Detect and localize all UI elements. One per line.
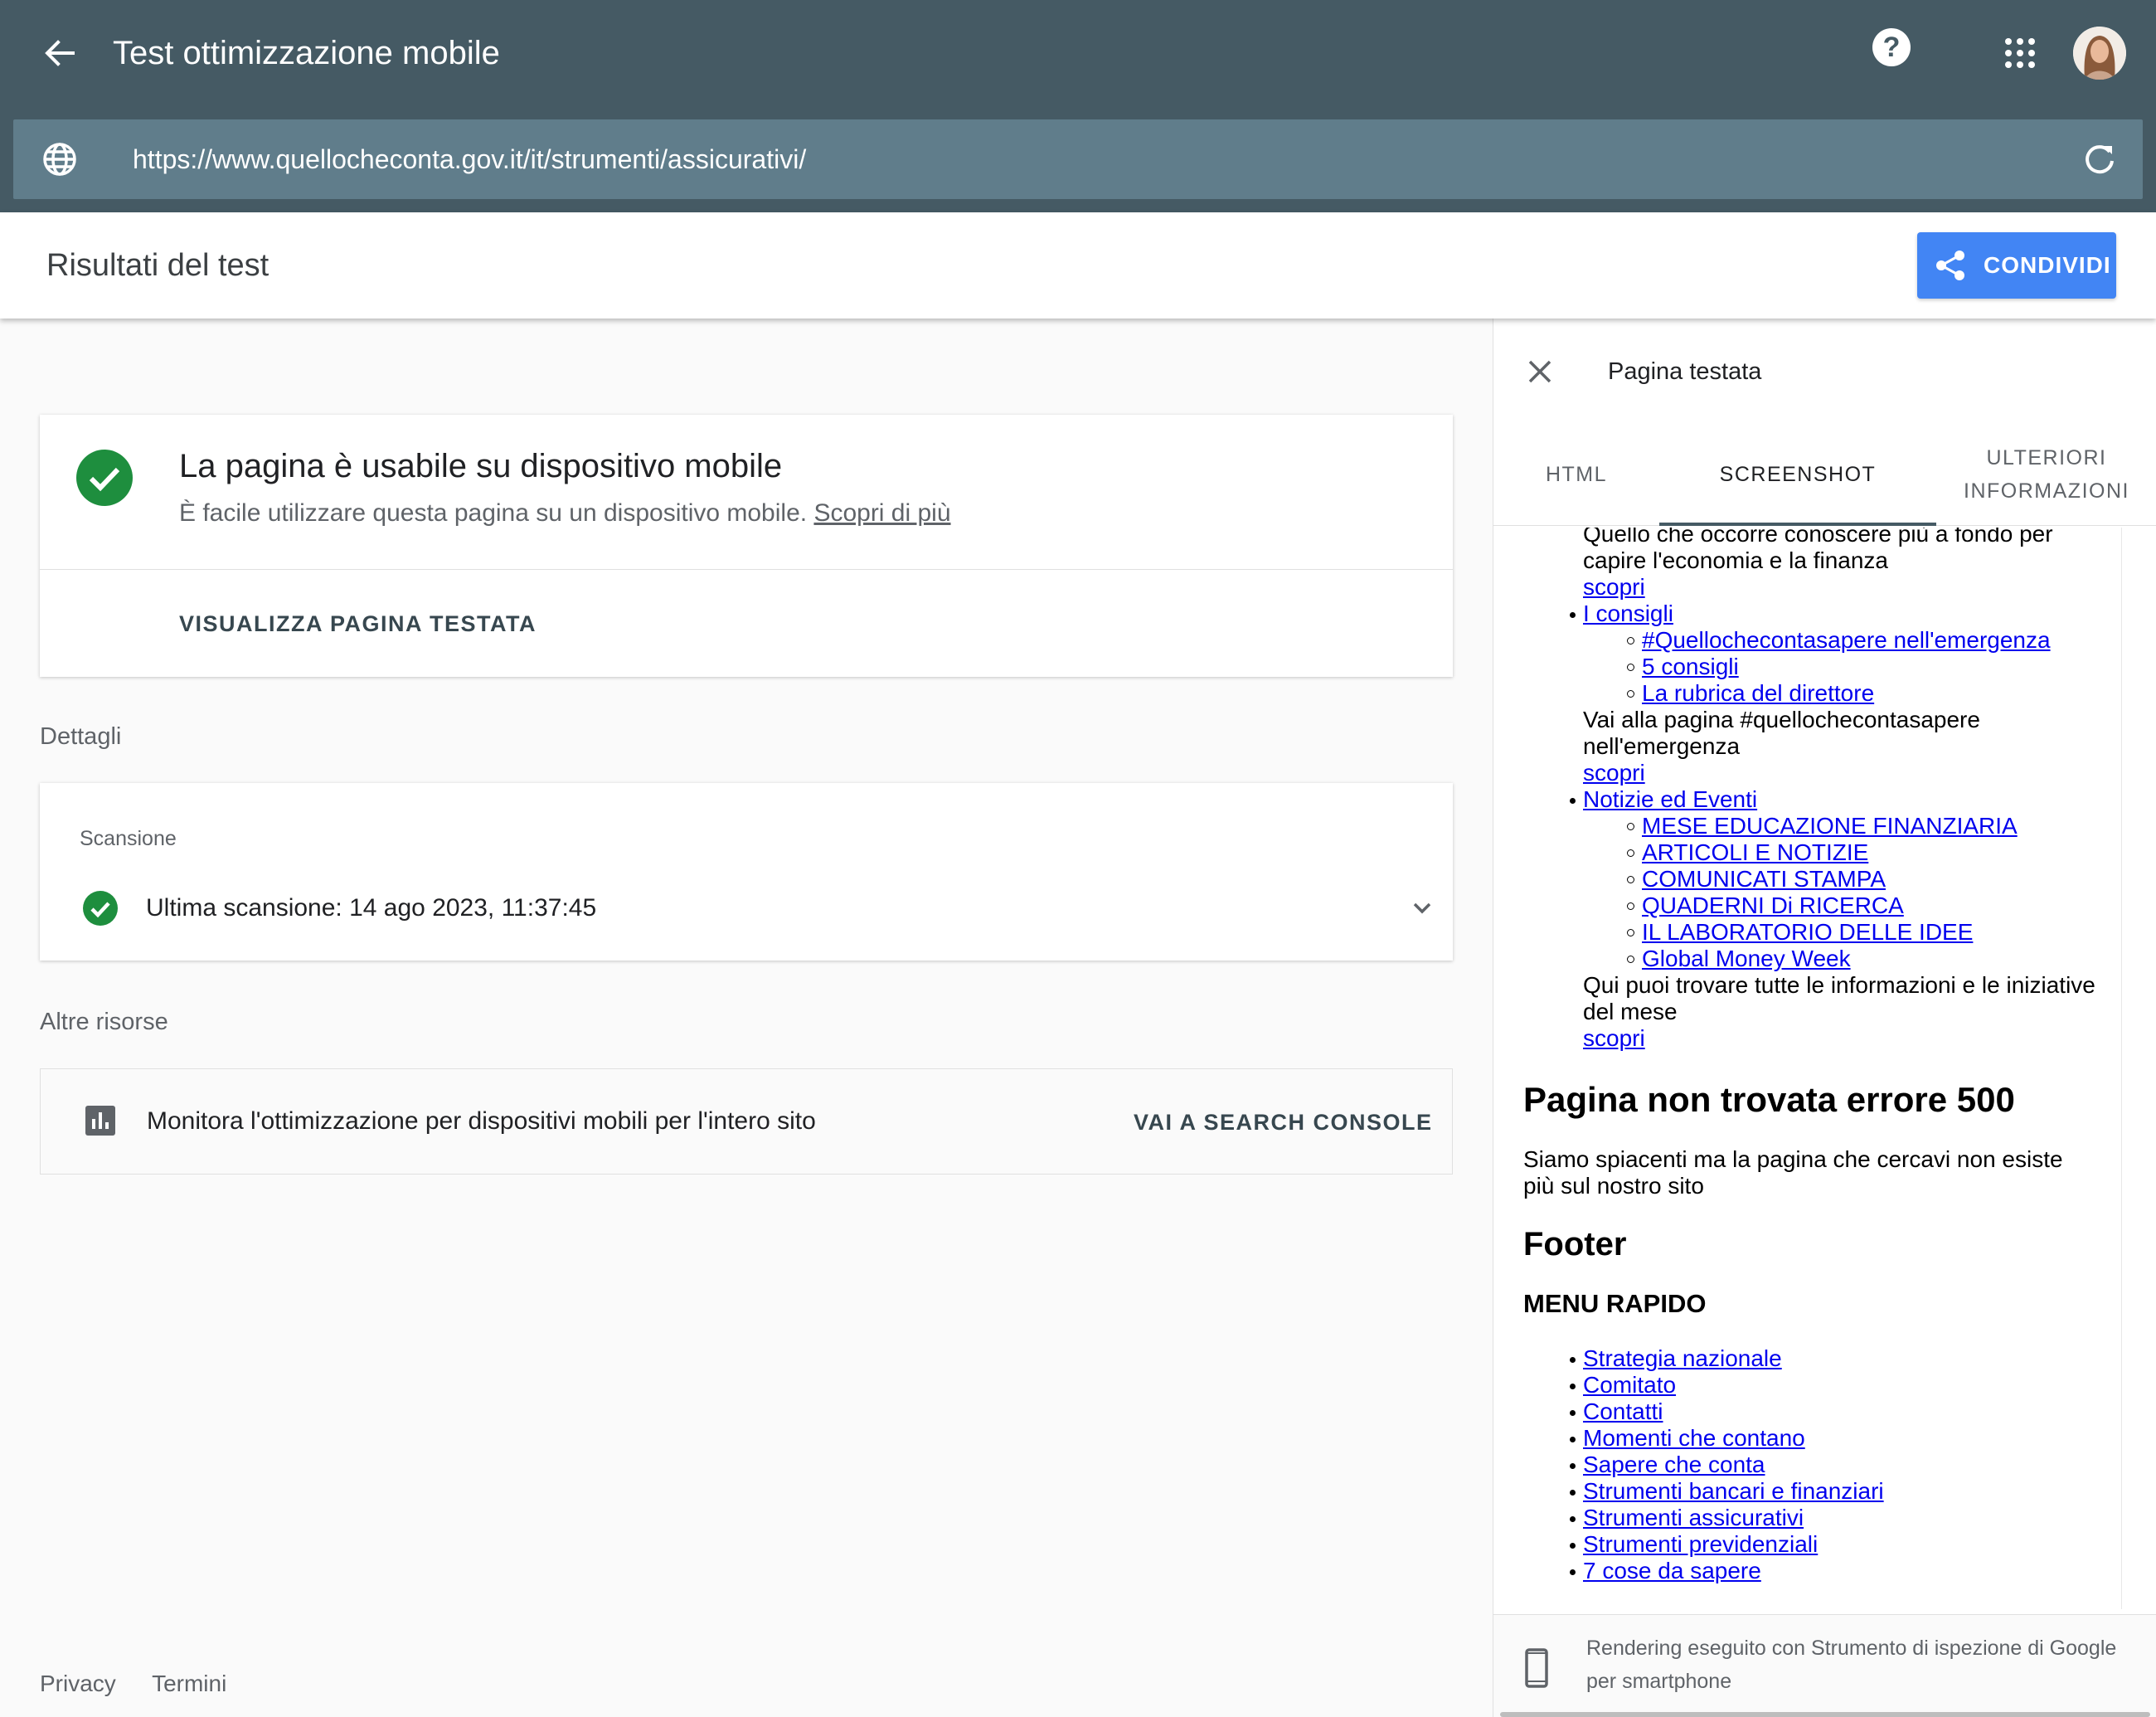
- screenshot-text: Qui puoi trovare tutte le informazioni e…: [1583, 972, 2095, 998]
- notizie-item[interactable]: Global Money Week: [1642, 946, 1851, 971]
- search-console-button[interactable]: VAI A SEARCH CONSOLE: [1134, 1106, 1433, 1139]
- close-icon[interactable]: [1525, 357, 1555, 387]
- app-bar: Test ottimizzazione mobile ? https://www…: [0, 0, 2156, 212]
- app-title: Test ottimizzazione mobile: [113, 35, 500, 71]
- consigli-item[interactable]: 5 consigli: [1642, 654, 1739, 679]
- notizie-item[interactable]: ARTICOLI E NOTIZIE: [1642, 839, 1868, 865]
- tab-screenshot[interactable]: SCREENSHOT: [1659, 423, 1936, 526]
- screenshot-text: più sul nostro sito: [1523, 1173, 1704, 1199]
- render-info: Rendering eseguito con Strumento di ispe…: [1493, 1614, 2156, 1717]
- footer-links: Privacy Termini: [40, 1667, 256, 1700]
- learn-more-link[interactable]: Scopri di più: [813, 499, 950, 527]
- tab-html[interactable]: HTML: [1493, 423, 1659, 526]
- screenshot-text: nell'emergenza: [1583, 733, 1741, 759]
- notizie-item[interactable]: MESE EDUCAZIONE FINANZIARIA: [1642, 813, 2018, 839]
- details-heading: Dettagli: [40, 723, 122, 750]
- apps-icon[interactable]: [2005, 38, 2035, 68]
- active-tab-indicator: [1659, 523, 1936, 526]
- scopri-link[interactable]: scopri: [1583, 760, 1645, 786]
- notizie-link[interactable]: Notizie ed Eventi: [1583, 786, 1757, 812]
- scrollbar[interactable]: [1500, 1712, 2150, 1717]
- check-circle-icon: [83, 891, 118, 926]
- scopri-link[interactable]: scopri: [1583, 1025, 1645, 1051]
- screenshot-text: Quello che occorre conoscere più a fondo…: [1583, 528, 2053, 547]
- notizie-item[interactable]: IL LABORATORIO DELLE IDEE: [1642, 919, 1973, 945]
- result-card: La pagina è usabile su dispositivo mobil…: [40, 415, 1453, 677]
- page-title: Risultati del test: [46, 248, 270, 283]
- menu-item[interactable]: Comitato: [1583, 1372, 1676, 1398]
- tab-more-info[interactable]: ULTERIORI INFORMAZIONI: [1936, 423, 2156, 526]
- url-input[interactable]: https://www.quellocheconta.gov.it/it/str…: [133, 139, 806, 179]
- notizie-item[interactable]: COMUNICATI STAMPA: [1642, 866, 1886, 892]
- last-scan-text: Ultima scansione: 14 ago 2023, 11:37:45: [146, 894, 597, 922]
- screenshot-text: del mese: [1583, 999, 1678, 1024]
- result-subtitle: È facile utilizzare questa pagina su un …: [179, 496, 951, 531]
- screenshot-menu-heading: MENU RAPIDO: [1523, 1289, 1707, 1318]
- menu-item[interactable]: Strumenti bancari e finanziari: [1583, 1478, 1884, 1504]
- share-icon: [1934, 249, 1967, 282]
- avatar[interactable]: [2073, 27, 2126, 80]
- bar-chart-icon: [85, 1106, 115, 1136]
- results-header: Risultati del test CONDIVIDI: [0, 212, 2156, 319]
- tested-page-panel: Pagina testata HTML SCREENSHOT ULTERIORI…: [1493, 319, 2156, 1717]
- smartphone-icon: [1525, 1648, 1548, 1688]
- consigli-item[interactable]: #Quellochecontasapere nell'emergenza: [1642, 627, 2051, 653]
- menu-item[interactable]: Sapere che conta: [1583, 1452, 1765, 1477]
- screenshot-text: Vai alla pagina #quellochecontasapere: [1583, 707, 1980, 732]
- panel-title: Pagina testata: [1608, 358, 1762, 385]
- screenshot-error-heading: Pagina non trovata errore 500: [1523, 1080, 2015, 1119]
- result-subtitle-text: È facile utilizzare questa pagina su un …: [179, 499, 808, 527]
- result-title: La pagina è usabile su dispositivo mobil…: [179, 448, 783, 484]
- scan-card[interactable]: Scansione Ultima scansione: 14 ago 2023,…: [40, 783, 1453, 961]
- check-circle-icon: [76, 450, 133, 506]
- screenshot-text: Siamo spiacenti ma la pagina che cercavi…: [1523, 1146, 2063, 1172]
- url-bar[interactable]: https://www.quellocheconta.gov.it/it/str…: [13, 119, 2143, 199]
- share-label: CONDIVIDI: [1984, 252, 2111, 278]
- chevron-down-icon[interactable]: [1408, 894, 1436, 922]
- menu-item[interactable]: Momenti che contano: [1583, 1425, 1805, 1451]
- help-icon[interactable]: ?: [1872, 28, 1911, 66]
- menu-item[interactable]: Strumenti assicurativi: [1583, 1505, 1804, 1530]
- scan-label: Scansione: [80, 827, 177, 850]
- globe-icon: [41, 141, 78, 178]
- share-button[interactable]: CONDIVIDI: [1917, 232, 2116, 299]
- scopri-link[interactable]: scopri: [1583, 574, 1645, 600]
- panel-tabs: HTML SCREENSHOT ULTERIORI INFORMAZIONI: [1493, 423, 2156, 526]
- terms-link[interactable]: Termini: [152, 1671, 226, 1696]
- notizie-item[interactable]: QUADERNI Di RICERCA: [1642, 893, 1904, 918]
- screenshot-footer-heading: Footer: [1523, 1226, 1627, 1262]
- menu-item[interactable]: Strumenti previdenziali: [1583, 1531, 1818, 1557]
- page-screenshot[interactable]: Quello che occorre conoscere più a fondo…: [1523, 528, 2122, 1609]
- resources-card: Monitora l'ottimizzazione per dispositiv…: [40, 1068, 1453, 1175]
- menu-item[interactable]: Strategia nazionale: [1583, 1345, 1782, 1371]
- menu-item[interactable]: 7 cose da sapere: [1583, 1558, 1761, 1583]
- resources-heading: Altre risorse: [40, 1009, 168, 1035]
- view-tested-page-button[interactable]: VISUALIZZA PAGINA TESTATA: [179, 607, 537, 640]
- privacy-link[interactable]: Privacy: [40, 1671, 116, 1696]
- screenshot-text: capire l'economia e la finanza: [1583, 547, 1889, 573]
- resources-text: Monitora l'ottimizzazione per dispositiv…: [147, 1107, 816, 1135]
- reload-icon[interactable]: [2081, 141, 2118, 178]
- menu-item[interactable]: Contatti: [1583, 1398, 1663, 1424]
- render-note: Rendering eseguito con Strumento di ispe…: [1586, 1637, 2117, 1693]
- consigli-link[interactable]: I consigli: [1583, 601, 1673, 626]
- divider: [40, 569, 1453, 570]
- back-arrow-icon[interactable]: [40, 32, 80, 75]
- consigli-item[interactable]: La rubrica del direttore: [1642, 680, 1874, 706]
